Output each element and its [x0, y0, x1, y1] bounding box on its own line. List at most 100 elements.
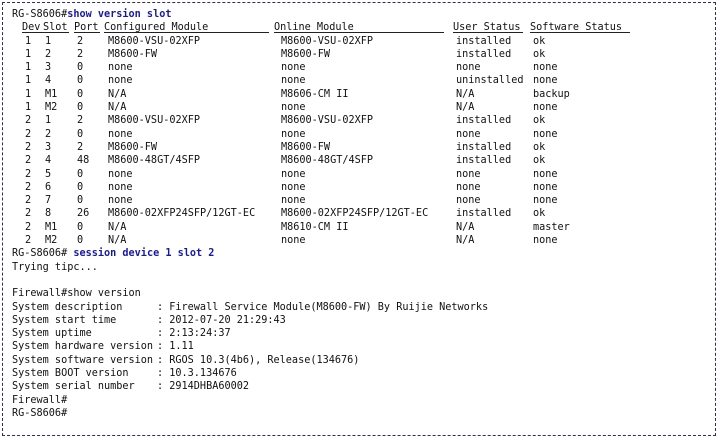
table-cell: installed — [456, 48, 512, 60]
table-cell: 1 — [25, 35, 32, 47]
table-row: 2 3 2 M8600-FW M8600-FW installed ok — [12, 141, 709, 154]
table-cell: 0 — [77, 181, 84, 193]
table-cell: N/A — [108, 102, 127, 114]
table-cell: ok — [533, 48, 546, 60]
table-cell: none — [533, 181, 558, 193]
table-cell: 2 — [25, 141, 32, 153]
table-cell: ok — [533, 155, 546, 167]
terminal-output: RG-S8606#show version slot Dev Slot Port Co… — [12, 8, 709, 420]
table-cell: none — [108, 62, 133, 74]
table-cell: 2 — [77, 48, 84, 60]
table-cell: master — [533, 221, 570, 233]
info-row: System uptime: 2:13:24:37 — [12, 327, 709, 340]
table-cell: 0 — [77, 128, 84, 140]
table-cell: installed — [456, 155, 512, 167]
table-cell: 0 — [77, 62, 84, 74]
info-key: System hardware version — [12, 341, 154, 353]
table-row: 2 2 0 none none none none — [12, 128, 709, 141]
command-text: session device 1 slot 2 — [73, 248, 215, 260]
table-cell: none — [281, 181, 306, 193]
table-cell: M8600-FW — [108, 48, 158, 60]
header-underline — [104, 32, 269, 34]
header-underline — [453, 32, 523, 34]
table-row: 2 6 0 none none none none — [12, 181, 709, 194]
table-row: 2 M1 0 N/A M8610-CM II N/A master — [12, 221, 709, 234]
table-cell: M8600-FW — [281, 48, 331, 60]
table-cell: none — [108, 181, 133, 193]
terminal-window: RG-S8606#show version slot Dev Slot Port Co… — [2, 2, 716, 436]
slot-table: 1 1 2 M8600-VSU-02XFP M8600-VSU-02XFP install… — [12, 35, 709, 248]
table-cell: none — [281, 128, 306, 140]
header-underline — [274, 32, 444, 34]
table-cell: 1 — [45, 35, 52, 47]
info-row: System serial number : 2914DHBA60002 — [12, 380, 709, 393]
info-row: System BOOT version: 10.3.134676 — [12, 367, 709, 380]
table-cell: 2 — [25, 115, 32, 127]
table-cell: N/A — [456, 235, 475, 247]
table-row: 2 1 2 M8600-VSU-02XFP M8600-VSU-02XFP install… — [12, 114, 709, 127]
table-cell: M8600-48GT/4SFP — [281, 155, 374, 167]
table-cell: 2 — [25, 168, 32, 180]
table-cell: ok — [533, 35, 546, 47]
table-cell: M8600-FW — [281, 141, 331, 153]
table-cell: none — [281, 168, 306, 180]
table-cell: N/A — [456, 88, 475, 100]
table-cell: 1 — [45, 115, 52, 127]
table-cell: M2 — [45, 235, 58, 247]
table-row: 1 1 2 M8600-VSU-02XFP M8600-VSU-02XFP install… — [12, 35, 709, 48]
table-cell: 7 — [45, 195, 52, 207]
table-cell: M8600-VSU-02XFP — [108, 35, 201, 47]
table-cell: 0 — [77, 235, 84, 247]
command-line: RG-S8606# session device 1 slot 2 — [12, 247, 709, 260]
info-row: System start time: 2012-07-20 21:29:43 — [12, 314, 709, 327]
table-row: 2 M2 0 N/A none N/A none — [12, 234, 709, 247]
table-cell: installed — [456, 35, 512, 47]
table-cell: 2 — [45, 128, 52, 140]
info-key: System serial number — [12, 381, 135, 393]
table-cell: N/A — [108, 235, 127, 247]
table-cell: M8600-02XFP24SFP/12GT-EC — [108, 208, 256, 220]
table-cell: M1 — [45, 88, 58, 100]
table-cell: uninstalled — [456, 75, 524, 87]
table-cell: none — [533, 75, 558, 87]
info-key: System BOOT version — [12, 368, 129, 380]
table-cell: 0 — [77, 221, 84, 233]
info-value: : 2914DHBA60002 — [157, 381, 250, 393]
table-cell: none — [456, 62, 481, 74]
table-cell: installed — [456, 115, 512, 127]
prompt: RG-S8606# — [12, 248, 68, 260]
table-cell: 3 — [45, 141, 52, 153]
table-cell: N/A — [456, 221, 475, 233]
command-line: RG-S8606#show version slot — [12, 8, 709, 21]
prompt: RG-S8606# — [12, 407, 68, 419]
table-cell: 2 — [77, 141, 84, 153]
table-cell: 4 — [45, 155, 52, 167]
table-cell: M8600-02XFP24SFP/12GT-EC — [281, 208, 429, 220]
table-cell: M8600-FW — [108, 141, 158, 153]
info-row: System hardware version: 1.11 — [12, 340, 709, 353]
table-cell: 3 — [45, 62, 52, 74]
prompt: Firewall# — [12, 394, 68, 406]
table-cell: ok — [533, 141, 546, 153]
header-underline — [43, 32, 69, 34]
table-header: Dev Slot Port Configured Module Online Modul… — [12, 21, 709, 34]
table-cell: 2 — [25, 181, 32, 193]
table-cell: none — [533, 168, 558, 180]
status-text: Trying tipc... — [12, 261, 98, 273]
info-value: : 2:13:24:37 — [157, 328, 231, 340]
table-row: 1 M2 0 N/A none N/A none — [12, 101, 709, 114]
table-cell: M2 — [45, 102, 58, 114]
table-cell: none — [533, 235, 558, 247]
table-cell: 2 — [77, 35, 84, 47]
table-cell: none — [456, 128, 481, 140]
table-cell: 2 — [77, 115, 84, 127]
table-cell: none — [281, 235, 306, 247]
info-value: : Firewall Service Module(M8600-FW) By R… — [157, 301, 489, 313]
table-cell: 2 — [25, 208, 32, 220]
table-cell: none — [108, 75, 133, 87]
table-cell: none — [533, 128, 558, 140]
table-cell: none — [108, 195, 133, 207]
table-row: 2 5 0 none none none none — [12, 168, 709, 181]
table-cell: none — [533, 62, 558, 74]
table-cell: 0 — [77, 102, 84, 114]
